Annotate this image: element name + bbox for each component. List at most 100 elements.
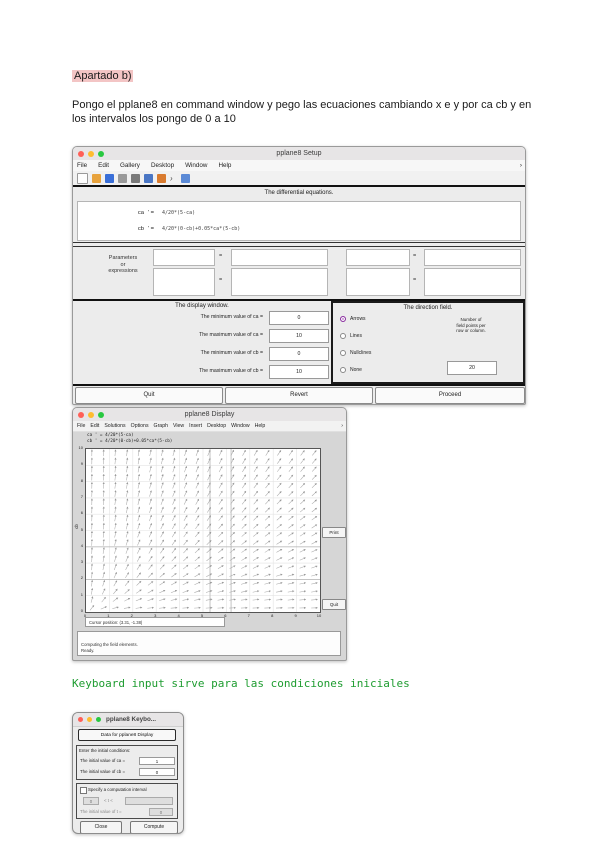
setup-titlebar[interactable]: pplane8 Setup <box>73 147 525 161</box>
equation-cb-field[interactable]: 4/20*(0-cb)+0.05*ca*(5-cb) <box>158 226 520 232</box>
param-name-field[interactable] <box>346 268 410 296</box>
param-value-field[interactable] <box>424 249 521 266</box>
radio-selected-icon[interactable] <box>340 316 346 322</box>
menu-help[interactable]: Help <box>255 423 266 429</box>
y-axis-label: cb <box>73 524 79 529</box>
direction-field-title: The direction field. <box>403 305 453 311</box>
y-tick-label: 10 <box>78 445 83 450</box>
max-cb-field[interactable]: 10 <box>269 365 329 379</box>
radio-arrows[interactable]: Arrows <box>340 316 366 322</box>
quit-button[interactable]: Quit <box>75 387 223 404</box>
phase-plane-plot[interactable] <box>85 448 321 613</box>
menu-overflow-icon[interactable]: › <box>520 162 522 169</box>
menu-file[interactable]: File <box>77 162 87 169</box>
display-titlebar[interactable]: pplane8 Display <box>73 408 346 422</box>
radio-icon[interactable] <box>340 367 346 373</box>
initial-ca-field[interactable]: 1 <box>139 757 175 765</box>
field-points-field[interactable]: 20 <box>447 361 497 375</box>
separator <box>73 185 525 187</box>
min-cb-field[interactable]: 0 <box>269 347 329 361</box>
equation-ca-field[interactable]: 4/20*(5-ca) <box>158 210 520 216</box>
menu-file[interactable]: File <box>77 423 85 429</box>
menu-view[interactable]: View <box>173 423 184 429</box>
pplane8-display-window: pplane8 Display File Edit Solutions Opti… <box>72 407 347 661</box>
menu-edit[interactable]: Edit <box>98 162 109 169</box>
display-menubar: File Edit Solutions Options Graph View I… <box>73 421 346 432</box>
initial-t-field[interactable]: 0 <box>149 808 173 816</box>
quit-button[interactable]: Quit <box>322 599 346 610</box>
direction-field-panel: The direction field. Arrows Lines Nullcl… <box>331 301 525 384</box>
proceed-button[interactable]: Proceed <box>375 387 525 404</box>
section-heading: Apartado b) <box>72 70 134 82</box>
radio-icon[interactable] <box>340 350 346 356</box>
compute-button[interactable]: Compute <box>130 821 178 833</box>
print-button[interactable]: Print <box>322 527 346 538</box>
computation-interval-box: Specify a computation interval 0 < t < T… <box>76 783 178 819</box>
pplane8-setup-window: pplane8 Setup File Edit Gallery Desktop … <box>72 146 526 405</box>
radio-lines[interactable]: Lines <box>340 333 362 339</box>
close-traffic-light-icon[interactable] <box>78 717 83 722</box>
menu-solutions[interactable]: Solutions <box>104 423 125 429</box>
menu-gallery[interactable]: Gallery <box>120 162 140 169</box>
setup-toolbar: › <box>73 171 525 185</box>
equals-label: = <box>413 253 417 259</box>
zoom-traffic-light-icon[interactable] <box>96 717 101 722</box>
interval-checkbox[interactable] <box>80 787 87 794</box>
y-tick-label: 3 <box>80 559 83 565</box>
initial-cb-field[interactable]: 0 <box>139 768 175 776</box>
param-value-field[interactable] <box>424 268 521 296</box>
menu-desktop[interactable]: Desktop <box>151 162 174 169</box>
revert-button[interactable]: Revert <box>225 387 373 404</box>
radio-nullclines[interactable]: Nullclines <box>340 350 371 356</box>
radio-none[interactable]: None <box>340 367 362 373</box>
intro-paragraph: Pongo el pplane8 en command window y peg… <box>72 99 532 125</box>
x-tick-label: 7 <box>247 613 250 618</box>
forward-icon[interactable]: › <box>170 174 177 183</box>
y-tick-label: 4 <box>80 542 83 548</box>
equation-variable-cb: cb <box>137 226 144 232</box>
interval-to-field[interactable] <box>125 797 173 805</box>
param-value-field[interactable] <box>231 249 328 266</box>
radio-icon[interactable] <box>340 333 346 339</box>
document-page: Apartado b) Pongo el pplane8 en command … <box>0 0 600 848</box>
prime-equals-label: ' = <box>147 210 155 216</box>
menu-edit[interactable]: Edit <box>90 423 99 429</box>
menu-help[interactable]: Help <box>218 162 231 169</box>
equation-readout: ca ' = 4/20*(5-ca) cb ' = 4/20*(0-cb)+0.… <box>87 433 172 445</box>
open-file-icon[interactable] <box>92 173 101 183</box>
equation-variable-ca: ca <box>137 210 144 216</box>
x-tick-label: 9 <box>294 613 297 618</box>
menu-options[interactable]: Options <box>131 423 149 429</box>
insert-colorbar-icon[interactable] <box>157 173 166 183</box>
min-cb-label: The minimum value of cb = <box>200 350 263 356</box>
y-tick-label: 6 <box>80 510 83 516</box>
menu-graph[interactable]: Graph <box>154 423 168 429</box>
min-ca-field[interactable]: 0 <box>269 311 329 325</box>
max-ca-label: The maximum value of ca = <box>199 332 263 338</box>
interval-from-field[interactable]: 0 <box>83 797 99 805</box>
save-icon[interactable] <box>105 173 114 183</box>
max-ca-field[interactable]: 10 <box>269 329 329 343</box>
minimize-traffic-light-icon[interactable] <box>87 717 92 722</box>
insert-legend-icon[interactable] <box>144 173 153 183</box>
param-name-field[interactable] <box>153 268 215 296</box>
print-icon[interactable] <box>118 173 127 183</box>
menu-overflow-icon[interactable]: › <box>341 423 343 429</box>
param-name-field[interactable] <box>346 249 410 266</box>
dock-icon[interactable] <box>181 173 190 183</box>
interval-mid-label: < t < <box>104 798 113 803</box>
menu-window[interactable]: Window <box>185 162 207 169</box>
param-value-field[interactable] <box>231 268 328 296</box>
equals-label: = <box>219 253 223 259</box>
close-button[interactable]: Close <box>80 821 122 833</box>
param-name-field[interactable] <box>153 249 215 266</box>
menu-insert[interactable]: Insert <box>189 423 202 429</box>
y-tick-label: 7 <box>80 493 83 499</box>
direction-field-quiver[interactable] <box>86 449 320 612</box>
refresh-icon[interactable] <box>131 173 140 183</box>
menu-window[interactable]: Window <box>231 423 249 429</box>
keyboard-titlebar[interactable]: pplane8 Keybo... <box>73 713 183 727</box>
cursor-position-readout: Cursor position: (3.31, -1.38) <box>85 617 225 627</box>
menu-desktop[interactable]: Desktop <box>207 423 226 429</box>
new-file-icon[interactable] <box>77 172 88 184</box>
